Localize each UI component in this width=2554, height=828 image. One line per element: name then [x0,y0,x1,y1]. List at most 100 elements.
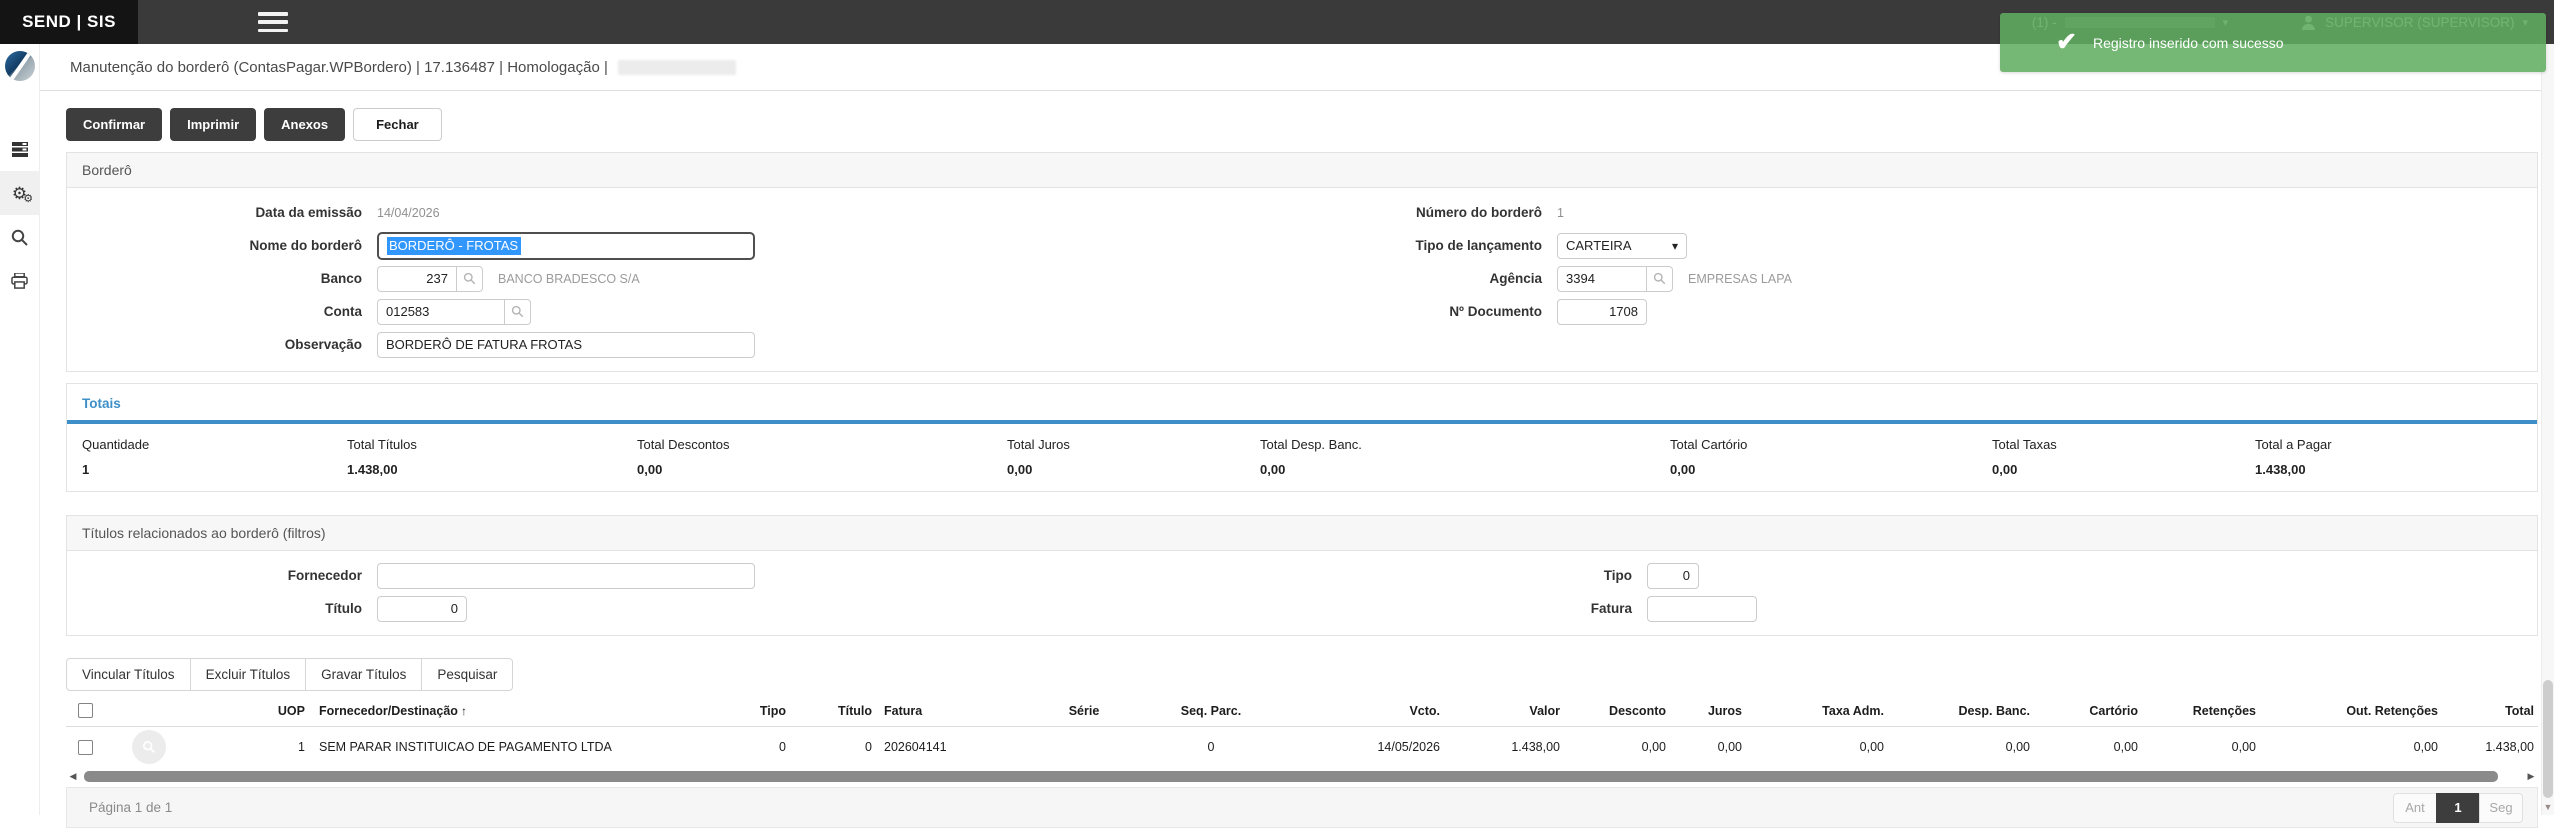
col-out-retencoes[interactable]: Out. Retenções [2256,695,2438,727]
vscroll-thumb[interactable] [2543,680,2553,798]
row-checkbox[interactable] [78,740,93,755]
agencia-input[interactable]: 3394 [1557,266,1647,292]
conta-input[interactable]: 012583 [377,299,505,325]
cell-valor: 1.438,00 [1440,740,1560,754]
agencia-helper-text: EMPRESAS LAPA [1688,272,1792,286]
nome-bordero-label: Nome do borderô [67,238,377,253]
hscroll-thumb[interactable] [84,771,2498,782]
col-seq-parc[interactable]: Seq. Parc. [1150,695,1272,727]
col-serie[interactable]: Série [1018,695,1150,727]
prev-page-button[interactable]: Ant [2393,793,2437,823]
pesquisar-button[interactable]: Pesquisar [421,658,513,691]
col-fornecedor[interactable]: Fornecedor/Destinação ↑ [305,695,726,727]
toast-message: Registro inserido com sucesso [2093,35,2284,51]
table-footer: Página 1 de 1 Ant 1 Seg [66,787,2538,828]
sidebar-item-menu[interactable] [0,127,40,171]
horizontal-scrollbar[interactable]: ◀ ▶ [66,770,2538,782]
vertical-scrollbar[interactable]: ▼ [2541,44,2554,815]
anexos-button[interactable]: Anexos [264,108,345,141]
fornecedor-input[interactable] [377,563,755,589]
col-vcto[interactable]: Vcto. [1272,695,1440,727]
cell-juros: 0,00 [1666,740,1742,754]
scroll-left-icon[interactable]: ◀ [66,771,80,782]
vincular-titulos-button[interactable]: Vincular Títulos [66,658,191,691]
total-col: Quantidade 1 [82,437,347,477]
page-info: Página 1 de 1 [67,800,172,815]
col-uop[interactable]: UOP [200,695,305,727]
documento-input[interactable]: 1708 [1557,299,1647,325]
numero-bordero-value: 1 [1557,206,1564,220]
check-icon: ✔ [2056,30,2077,55]
select-all-checkbox[interactable] [78,703,93,718]
cell-desconto: 0,00 [1560,740,1666,754]
col-taxa-adm[interactable]: Taxa Adm. [1742,695,1884,727]
col-titulo[interactable]: Título [786,695,872,727]
banco-helper-text: BANCO BRADESCO S/A [498,272,640,286]
observacao-input[interactable]: BORDERÔ DE FATURA FROTAS [377,332,755,358]
banco-search-button[interactable] [457,266,483,292]
fatura-filter-input[interactable] [1647,596,1757,622]
observacao-label: Observação [67,337,377,352]
total-col: Total Descontos 0,00 [637,437,1007,477]
banco-label: Banco [67,271,377,286]
cell-titulo: 0 [786,740,872,754]
tipo-lancamento-select[interactable]: CARTEIRA ▾ [1557,233,1687,259]
scroll-right-icon[interactable]: ▶ [2524,771,2538,782]
agencia-search-button[interactable] [1647,266,1673,292]
main-area: Manutenção do borderô (ContasPagar.WPBor… [40,44,2554,815]
chevron-down-icon: ▾ [1672,239,1678,253]
titulo-filter-input[interactable]: 0 [377,596,467,622]
banco-input[interactable]: 237 [377,266,457,292]
confirmar-button[interactable]: Confirmar [66,108,162,141]
scroll-down-icon[interactable]: ▼ [2542,802,2554,812]
total-col: Total Títulos 1.438,00 [347,437,637,477]
row-view-button[interactable] [132,730,166,764]
table-row[interactable]: 1 SEM PARAR INSTITUICAO DE PAGAMENTO LTD… [66,727,2538,767]
pagination: Ant 1 Seg [2393,793,2523,823]
gravar-titulos-button[interactable]: Gravar Títulos [305,658,422,691]
printer-icon [11,273,28,289]
fechar-button[interactable]: Fechar [353,108,442,141]
totals-row: Quantidade 1 Total Títulos 1.438,00 Tota… [67,424,2537,491]
conta-search-button[interactable] [505,299,531,325]
bordero-panel-title: Borderô [67,153,2537,188]
total-col: Total Desp. Banc. 0,00 [1260,437,1670,477]
col-tipo[interactable]: Tipo [726,695,786,727]
nome-bordero-input[interactable]: BORDERÔ - FROTAS [377,232,755,260]
col-fatura[interactable]: Fatura [872,695,1018,727]
col-desp-banc[interactable]: Desp. Banc. [1884,695,2030,727]
search-icon [463,272,476,285]
page-1-button[interactable]: 1 [2436,793,2480,823]
total-col: Total a Pagar 1.438,00 [2255,437,2537,477]
col-retencoes[interactable]: Retenções [2138,695,2256,727]
col-juros[interactable]: Juros [1666,695,1742,727]
agencia-label: Agência [1277,271,1557,286]
tipo-filter-input[interactable]: 0 [1647,563,1699,589]
cell-out-retencoes: 0,00 [2256,740,2438,754]
totais-tab[interactable]: Totais [67,384,2537,411]
numero-bordero-label: Número do borderô [1277,205,1557,220]
sidebar-item-print[interactable] [0,259,40,303]
col-desconto[interactable]: Desconto [1560,695,1666,727]
imprimir-button[interactable]: Imprimir [170,108,256,141]
sidebar-item-search[interactable] [0,215,40,259]
next-page-button[interactable]: Seg [2479,793,2523,823]
menu-list-icon [12,142,28,157]
title-redacted-block [618,60,736,75]
table-header-row: UOP Fornecedor/Destinação ↑ Tipo Título … [66,695,2538,727]
total-col: Total Cartório 0,00 [1670,437,1992,477]
cell-seq-parc: 0 [1150,740,1272,754]
cell-fatura: 202604141 [872,740,1018,754]
col-valor[interactable]: Valor [1440,695,1560,727]
app-logo [5,51,35,81]
col-total[interactable]: Total [2438,695,2538,727]
excluir-titulos-button[interactable]: Excluir Títulos [190,658,307,691]
cell-total: 1.438,00 [2438,740,2538,754]
sidebar-item-settings[interactable]: ⚙⚙ [0,171,40,215]
conta-label: Conta [67,304,377,319]
data-emissao-label: Data da emissão [67,205,377,220]
cell-fornecedor: SEM PARAR INSTITUICAO DE PAGAMENTO LTDA [305,740,726,754]
col-cartorio[interactable]: Cartório [2030,695,2138,727]
hamburger-menu-icon[interactable] [258,12,288,32]
total-col: Total Juros 0,00 [1007,437,1260,477]
